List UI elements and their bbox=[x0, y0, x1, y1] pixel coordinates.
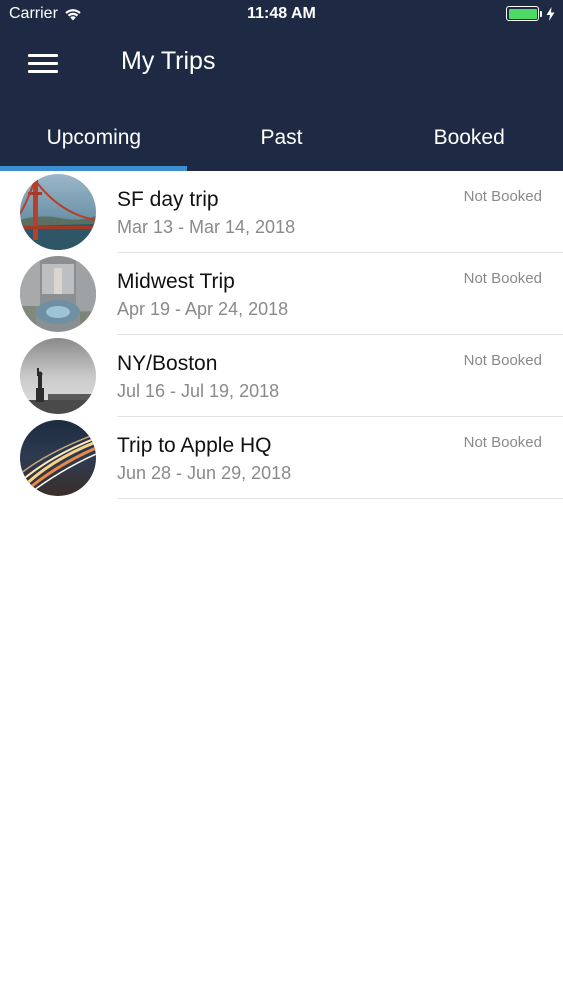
trip-list-item[interactable]: SF day trip Mar 13 - Mar 14, 2018 Not Bo… bbox=[0, 171, 563, 253]
trip-dates: Jun 28 - Jun 29, 2018 bbox=[117, 463, 292, 483]
status-bar: Carrier 11:48 AM bbox=[0, 0, 563, 30]
trip-dates: Jul 16 - Jul 19, 2018 bbox=[117, 381, 280, 401]
statue-of-liberty-thumbnail bbox=[20, 338, 96, 414]
header: Carrier 11:48 AM My Trips Upcoming Past … bbox=[0, 0, 563, 171]
trip-list-item[interactable]: Midwest Trip Apr 19 - Apr 24, 2018 Not B… bbox=[0, 253, 563, 335]
app-screen: Carrier 11:48 AM My Trips Upcoming Past … bbox=[0, 0, 563, 1000]
tab-booked[interactable]: Booked bbox=[375, 108, 563, 171]
battery-cap bbox=[540, 10, 542, 17]
trip-list-item[interactable]: NY/Boston Jul 16 - Jul 19, 2018 Not Book… bbox=[0, 335, 563, 417]
booking-status: Not Booked bbox=[463, 434, 542, 451]
trip-name: SF day trip bbox=[117, 188, 219, 211]
trip-info: SF day trip Mar 13 - Mar 14, 2018 Not Bo… bbox=[117, 171, 563, 253]
charging-bolt-icon bbox=[546, 6, 555, 21]
booking-status: Not Booked bbox=[463, 352, 542, 369]
trip-tabs: Upcoming Past Booked bbox=[0, 108, 563, 171]
trip-info: Midwest Trip Apr 19 - Apr 24, 2018 Not B… bbox=[117, 253, 563, 335]
city-plaza-thumbnail bbox=[20, 256, 96, 332]
trip-name: NY/Boston bbox=[117, 352, 218, 375]
trip-info: Trip to Apple HQ Jun 28 - Jun 29, 2018 N… bbox=[117, 417, 563, 499]
trip-list-item[interactable]: Trip to Apple HQ Jun 28 - Jun 29, 2018 N… bbox=[0, 417, 563, 499]
trip-list: SF day trip Mar 13 - Mar 14, 2018 Not Bo… bbox=[0, 171, 563, 499]
hamburger-menu-icon bbox=[28, 54, 58, 74]
trip-name: Trip to Apple HQ bbox=[117, 434, 272, 457]
trip-dates: Mar 13 - Mar 14, 2018 bbox=[117, 217, 296, 237]
booking-status: Not Booked bbox=[463, 270, 542, 287]
trip-dates: Apr 19 - Apr 24, 2018 bbox=[117, 299, 289, 319]
golden-gate-bridge-thumbnail bbox=[20, 174, 96, 250]
tab-upcoming[interactable]: Upcoming bbox=[0, 108, 188, 171]
menu-button[interactable] bbox=[18, 44, 68, 84]
trip-name: Midwest Trip bbox=[117, 270, 235, 293]
battery-level-fill bbox=[508, 8, 537, 19]
clock: 11:48 AM bbox=[247, 5, 316, 22]
tab-past[interactable]: Past bbox=[188, 108, 376, 171]
navigation-bar: My Trips bbox=[0, 30, 563, 98]
booking-status: Not Booked bbox=[463, 188, 542, 205]
highway-light-trails-thumbnail bbox=[20, 420, 96, 496]
trip-info: NY/Boston Jul 16 - Jul 19, 2018 Not Book… bbox=[117, 335, 563, 417]
battery-indicator bbox=[506, 6, 555, 21]
battery-icon bbox=[506, 6, 539, 21]
page-title: My Trips bbox=[121, 47, 216, 75]
